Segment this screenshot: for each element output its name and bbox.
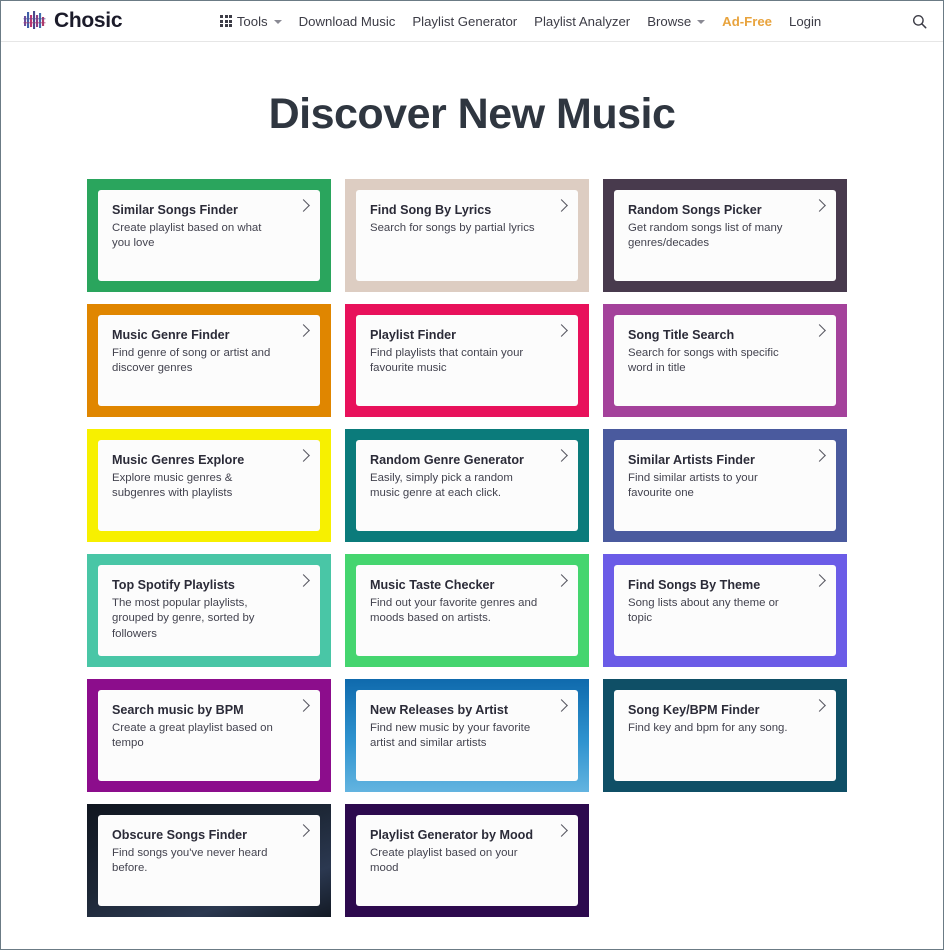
tool-card-description: Find similar artists to your favourite o… [628,471,758,500]
tool-card[interactable]: Similar Artists Finder Find similar artis… [603,429,847,542]
tool-card-inner: Music Genres Explore Explore music genres… [98,440,320,531]
nav-item-download-music[interactable]: Download Music [299,14,396,29]
tool-card-inner: Find Songs By Theme Song lists about any … [614,565,836,656]
tool-card[interactable]: Random Songs Picker Get random songs list… [603,179,847,292]
tool-card-title: Search music by BPM [112,703,244,717]
tool-card[interactable]: Music Taste Checker Find out your favorit… [345,554,589,667]
tool-card-description: Find playlists that contain your favouri… [370,346,524,375]
tool-card-description: Easily, simply pick a random music genre… [370,471,513,500]
tool-card-description: Search for songs by partial lyrics [370,221,535,234]
site-header: Chosic Tools Download Music Playlist Gen… [1,1,943,42]
tool-card-inner: Random Genre Generator Easily, simply pic… [356,440,578,531]
tool-card[interactable]: Obscure Songs Finder Find songs you've ne… [87,804,331,917]
chevron-down-icon [273,20,282,24]
tool-card-description: Explore music genres & subgenres with pl… [112,471,233,500]
nav-item-playlist-generator[interactable]: Playlist Generator [412,14,517,29]
tool-card-inner: Random Songs Picker Get random songs list… [614,190,836,281]
tool-card-title: Find Songs By Theme [628,578,761,592]
nav-item-playlist-analyzer[interactable]: Playlist Analyzer [534,14,630,29]
nav-label: Browse [647,13,692,29]
tool-card[interactable]: New Releases by Artist Find new music by … [345,679,589,792]
nav-item-ad-free[interactable]: Ad-Free [722,14,772,29]
nav-label: Playlist Analyzer [534,13,631,29]
tool-card-title: Music Genre Finder [112,328,230,342]
search-button[interactable] [912,14,927,29]
tool-card-description: Find songs you've never heard before. [112,846,268,875]
tool-card-description: Create playlist based on your mood [370,846,518,875]
tool-card[interactable]: Similar Songs Finder Create playlist base… [87,179,331,292]
chevron-down-icon [697,20,706,24]
tool-card-description: The most popular playlists, grouped by g… [112,596,255,641]
nav-label: Playlist Generator [412,13,518,29]
tool-card-inner: Song Title Search Search for songs with s… [614,315,836,406]
tool-card-inner: Playlist Finder Find playlists that conta… [356,315,578,406]
main-nav: Tools Download Music Playlist Generator … [220,14,927,29]
tool-card-description: Song lists about any theme or topic [628,596,779,625]
grid-apps-icon [220,15,232,27]
tool-card-title: Random Songs Picker [628,203,762,217]
tool-card-description: Search for songs with specific word in t… [628,346,779,375]
tool-card-inner: Song Key/BPM Finder Find key and bpm for … [614,690,836,781]
tool-card[interactable]: Music Genre Finder Find genre of song or … [87,304,331,417]
tool-card-title: Song Key/BPM Finder [628,703,760,717]
tool-card-title: Playlist Finder [370,328,457,342]
nav-label: Download Music [298,13,396,29]
tool-card-inner: Music Taste Checker Find out your favorit… [356,565,578,656]
tool-card[interactable]: Playlist Generator by Mood Create playlis… [345,804,589,917]
tool-card-description: Get random songs list of many genres/dec… [628,221,783,250]
tool-card-inner: Obscure Songs Finder Find songs you've ne… [98,815,320,906]
tool-card-inner: Similar Songs Finder Create playlist base… [98,190,320,281]
tool-card-inner: Find Song By Lyrics Search for songs by p… [356,190,578,281]
tool-card[interactable]: Song Key/BPM Finder Find key and bpm for … [603,679,847,792]
tool-card[interactable]: Playlist Finder Find playlists that conta… [345,304,589,417]
tool-card[interactable]: Top Spotify Playlists The most popular pl… [87,554,331,667]
tool-card-title: Obscure Songs Finder [112,828,248,842]
tool-card-description: Find out your favorite genres and moods … [370,596,538,625]
nav-label: Ad-Free [722,13,772,29]
page-root: Chosic Tools Download Music Playlist Gen… [0,0,944,950]
tool-card-grid: Similar Songs Finder Create playlist base… [87,179,857,917]
equalizer-bars-icon [23,11,46,29]
tool-card[interactable]: Search music by BPM Create a great playli… [87,679,331,792]
nav-item-login[interactable]: Login [789,14,821,29]
tool-card-title: Find Song By Lyrics [370,203,492,217]
brand-logo[interactable]: Chosic [23,9,123,33]
tool-card-inner: New Releases by Artist Find new music by … [356,690,578,781]
tool-card-title: New Releases by Artist [370,703,509,717]
tool-card-description: Find new music by your favorite artist a… [370,721,531,750]
tool-card[interactable]: Random Genre Generator Easily, simply pic… [345,429,589,542]
tool-card-inner: Top Spotify Playlists The most popular pl… [98,565,320,656]
page-title: Discover New Music [268,90,676,138]
tool-card-description: Find genre of song or artist and discove… [112,346,271,375]
tool-card[interactable]: Find Songs By Theme Song lists about any … [603,554,847,667]
nav-item-browse[interactable]: Browse [647,13,706,29]
tool-card-inner: Playlist Generator by Mood Create playlis… [356,815,578,906]
tool-card[interactable]: Song Title Search Search for songs with s… [603,304,847,417]
tool-card-title: Similar Artists Finder [628,453,755,467]
tool-card-inner: Search music by BPM Create a great playli… [98,690,320,781]
tool-card[interactable]: Music Genres Explore Explore music genres… [87,429,331,542]
tool-card-description: Create a great playlist based on tempo [112,721,273,750]
tool-card[interactable]: Find Song By Lyrics Search for songs by p… [345,179,589,292]
tool-card-title: Similar Songs Finder [112,203,238,217]
tool-card-title: Playlist Generator by Mood [370,828,534,842]
nav-item-tools[interactable]: Tools [220,13,282,29]
tool-card-description: Create playlist based on what you love [112,221,262,250]
tool-card-inner: Music Genre Finder Find genre of song or … [98,315,320,406]
tool-card-title: Music Taste Checker [370,578,495,592]
brand-name: Chosic [54,9,123,32]
nav-label: Tools [236,13,268,29]
tool-card-title: Top Spotify Playlists [112,578,235,592]
tool-card-title: Music Genres Explore [112,453,245,467]
nav-label: Login [789,13,822,29]
tool-card-title: Song Title Search [628,328,735,342]
tool-card-description: Find key and bpm for any song. [628,721,788,734]
tool-card-title: Random Genre Generator [370,453,524,467]
tool-card-inner: Similar Artists Finder Find similar artis… [614,440,836,531]
search-icon [912,14,927,28]
